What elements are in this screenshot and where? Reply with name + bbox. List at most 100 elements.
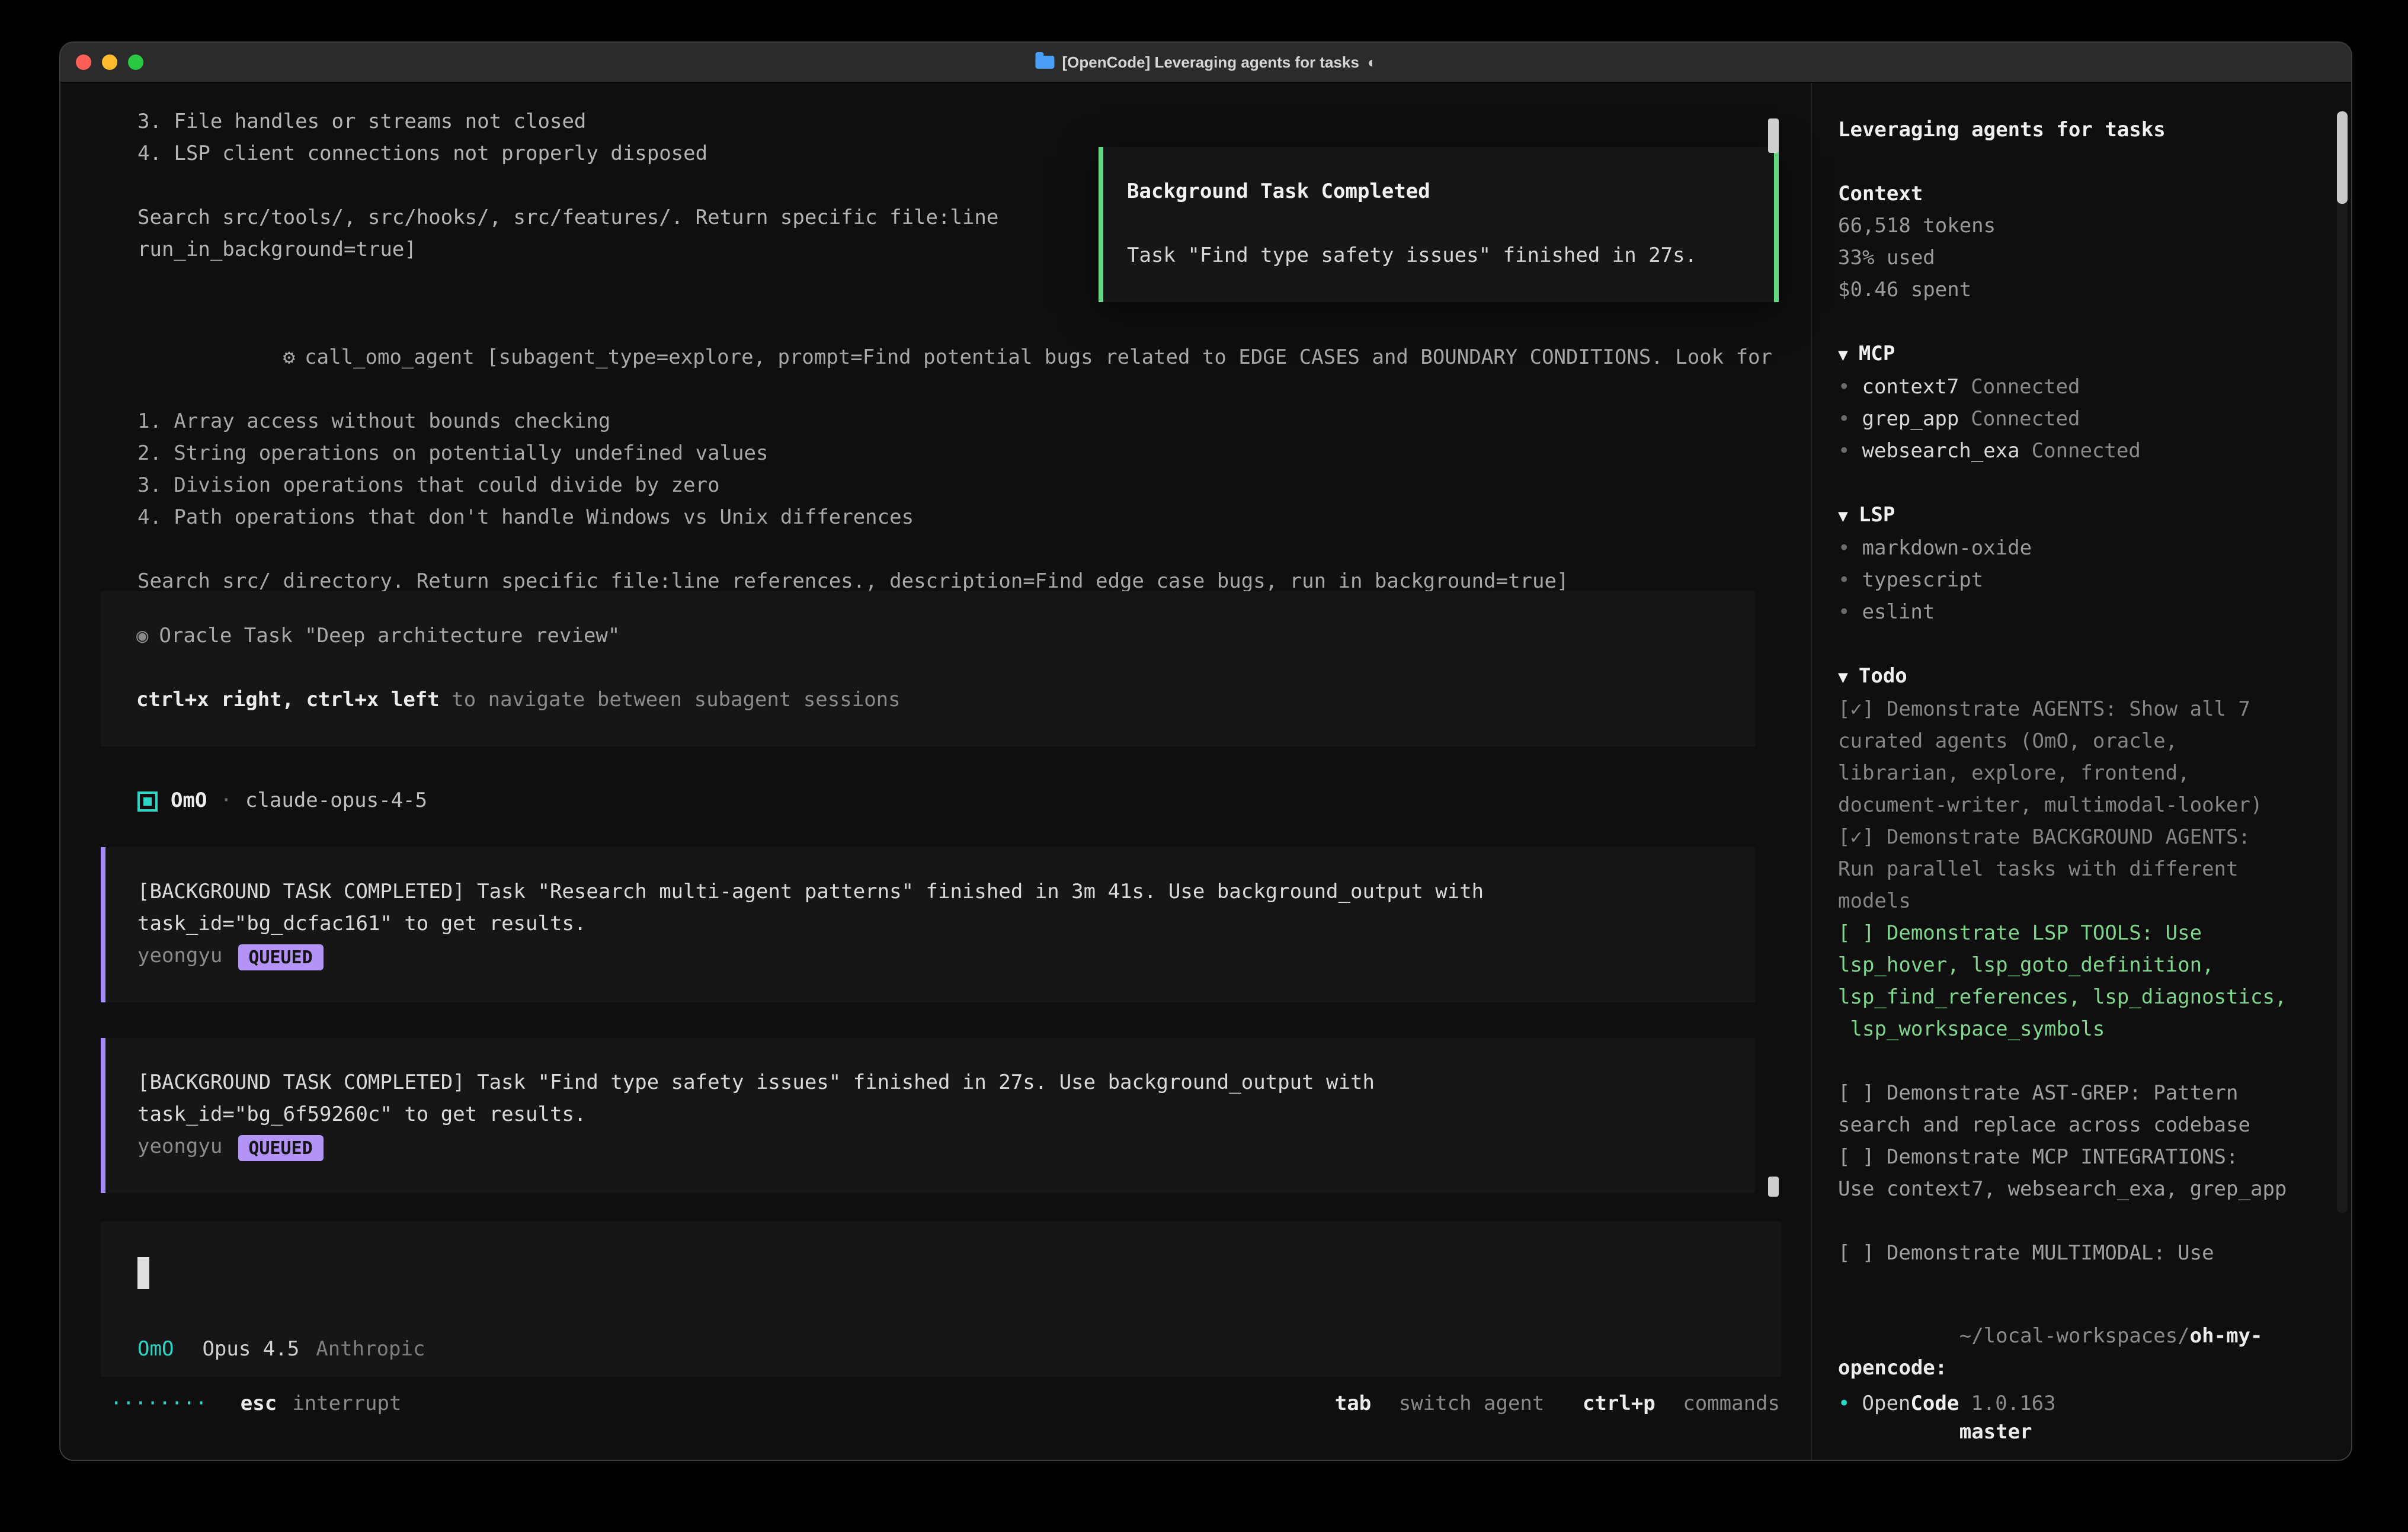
context-stat: 66,518 tokens: [1838, 211, 2304, 243]
todo-item: [ ] Demonstrate MCP INTEGRATIONS: Use co…: [1838, 1142, 2304, 1206]
session-progress-icon: ◐: [1368, 43, 1377, 82]
message-meta: yeongyu QUEUED: [137, 1132, 1722, 1164]
folder-icon: [1035, 56, 1054, 69]
titlebar[interactable]: [OpenCode] Leveraging agents for tasks ◐: [60, 43, 2351, 83]
esc-key-hint: esc: [241, 1389, 277, 1421]
prompt-input[interactable]: OmOOpus 4.5Anthropic: [101, 1222, 1781, 1377]
background-task-toast[interactable]: Background Task Completed Task "Find typ…: [1099, 147, 1779, 302]
workspace-prefix: ~/local-workspaces/: [1959, 1325, 2190, 1348]
tab-key-hint: tab: [1335, 1392, 1371, 1416]
mcp-server-name: context7: [1862, 376, 1959, 399]
context-stat: $0.46 spent: [1838, 275, 2304, 307]
chevron-down-icon: ▼: [1838, 346, 1848, 365]
session-title: Leveraging agents for tasks: [1838, 115, 2304, 147]
opencode-window: [OpenCode] Leveraging agents for tasks ◐…: [59, 41, 2352, 1461]
context-heading: Context: [1838, 179, 2304, 211]
context-stat: 33% used: [1838, 243, 2304, 275]
sidebar-scrollbar-track[interactable]: [2337, 111, 2348, 1213]
app-name-bold: Code: [1910, 1392, 1959, 1416]
close-button[interactable]: [76, 55, 91, 70]
ctrlp-key-hint: ctrl+p: [1583, 1392, 1655, 1416]
bullet-icon: •: [1838, 537, 1850, 560]
toast-message: Task "Find type safety issues" finished …: [1127, 241, 1750, 273]
agent-name: OmO: [171, 786, 207, 818]
app-version: 1.0.163: [1971, 1392, 2055, 1416]
sidebar-scrollbar-thumb[interactable]: [2337, 111, 2348, 204]
spinner-dots: ········: [110, 1389, 207, 1421]
todo-item: [✓] Demonstrate BACKGROUND AGENTS: Run p…: [1838, 822, 2304, 918]
todo-item: [ ] Demonstrate MULTIMODAL: Use: [1838, 1238, 2304, 1270]
tool-call-block: ⚙ call_omo_agent [subagent_type=explore, …: [137, 310, 1772, 598]
traffic-lights: [60, 55, 143, 70]
message-scrollbar-thumb[interactable]: [1768, 1177, 1779, 1197]
esc-key-label: interrupt: [292, 1389, 401, 1421]
todo-heading: Todo: [1859, 665, 1907, 688]
lsp-server-name: eslint: [1862, 601, 1935, 624]
window-title: [OpenCode] Leveraging agents for tasks ◐: [1035, 43, 1376, 82]
bullet-icon: •: [1838, 408, 1850, 431]
mcp-server-status: Connected: [1971, 408, 2080, 431]
todo-section-header[interactable]: ▼ Todo: [1838, 661, 2304, 694]
context-stats: 66,518 tokens 33% used $0.46 spent: [1838, 211, 2304, 307]
lsp-server-name: typescript: [1862, 569, 1984, 592]
terminal-output-text: 3. File handles or streams not closed 4.…: [137, 107, 998, 267]
app-name: Open: [1862, 1392, 1911, 1416]
mcp-server-item: • grep_app Connected: [1838, 404, 2304, 436]
bullet-icon: •: [1838, 601, 1850, 624]
lsp-server-name: markdown-oxide: [1862, 537, 2032, 560]
zoom-button[interactable]: [128, 55, 143, 70]
hint-keys: ctrl+x right, ctrl+x left: [136, 688, 440, 712]
minimize-button[interactable]: [102, 55, 117, 70]
todo-item: [ ] Demonstrate LSP TOOLS: Use lsp_hover…: [1838, 918, 2304, 1046]
background-task-message: [BACKGROUND TASK COMPLETED] Task "Find t…: [101, 1038, 1755, 1193]
agent-icon: [137, 791, 158, 812]
lsp-server-item: • typescript: [1838, 565, 2304, 597]
todo-list: [✓] Demonstrate AGENTS: Show all 7 curat…: [1838, 694, 2304, 1270]
tool-call-title: call_omo_agent [subagent_type=explore, p…: [305, 346, 1772, 370]
window-title-text: [OpenCode] Leveraging agents for tasks: [1062, 43, 1359, 82]
status-badge: QUEUED: [238, 944, 323, 970]
todo-section: ▼ Todo [✓] Demonstrate AGENTS: Show all 7…: [1838, 661, 2304, 1270]
input-agent-name: OmO: [137, 1338, 174, 1361]
status-badge: QUEUED: [238, 1134, 323, 1161]
mcp-server-status: Connected: [2032, 440, 2141, 463]
bullet-icon: •: [1838, 376, 1850, 399]
subagent-navigation-hint: ctrl+x right, ctrl+x left to navigate be…: [136, 685, 1719, 717]
oracle-task-card[interactable]: ◉Oracle Task "Deep architecture review" …: [101, 591, 1755, 746]
message-author: yeongyu: [137, 1132, 222, 1164]
todo-item: [✓] Demonstrate AGENTS: Show all 7 curat…: [1838, 694, 2304, 822]
mcp-list: • context7 Connected • grep_app Connected • w…: [1838, 372, 2304, 468]
mcp-server-name: grep_app: [1862, 408, 1959, 431]
agent-header: OmO · claude-opus-4-5: [137, 786, 427, 818]
message-meta: yeongyu QUEUED: [137, 941, 1722, 973]
main-scrollbar-thumb[interactable]: [1768, 118, 1779, 153]
separator-dot: ·: [220, 786, 232, 818]
lsp-server-item: • eslint: [1838, 597, 2304, 629]
chevron-down-icon: ▼: [1838, 507, 1848, 526]
mcp-server-item: •context7Connected: [1838, 372, 2304, 404]
background-task-message: [BACKGROUND TASK COMPLETED] Task "Resear…: [101, 847, 1755, 1002]
mcp-heading: MCP: [1859, 342, 1895, 366]
context-section: Context 66,518 tokens 33% used $0.46 spe…: [1838, 179, 2304, 307]
mcp-section-header[interactable]: ▼ MCP: [1838, 339, 2304, 372]
lsp-section-header[interactable]: ▼ LSP: [1838, 500, 2304, 533]
message-list: [BACKGROUND TASK COMPLETED] Task "Resear…: [101, 847, 1755, 1193]
desktop: [OpenCode] Leveraging agents for tasks ◐…: [0, 0, 2408, 1532]
tab-key-label: switch agent: [1399, 1392, 1545, 1416]
hint-text: to navigate between subagent sessions: [440, 688, 901, 712]
chevron-down-icon: ▼: [1838, 668, 1848, 687]
text-cursor: [137, 1257, 149, 1289]
input-provider-name: Anthropic: [316, 1338, 425, 1361]
bullet-icon: •: [1838, 569, 1850, 592]
lsp-list: • markdown-oxide • typescript • eslint: [1838, 533, 2304, 629]
mcp-server-name: websearch_exa: [1862, 440, 2020, 463]
bullet-icon: •: [1838, 1392, 1850, 1416]
mcp-server-item: •websearch_exaConnected: [1838, 436, 2304, 468]
mcp-section: ▼ MCP • context7 Connected • grep_app Connect…: [1838, 339, 2304, 468]
workspace-branch: master: [1959, 1421, 2032, 1444]
oracle-icon: ◉: [136, 624, 149, 648]
message-text: [BACKGROUND TASK COMPLETED] Task "Find t…: [137, 1068, 1722, 1132]
workspace-path: ~/local-workspaces/oh-my-opencode: maste…: [1838, 1289, 2351, 1461]
gear-icon: ⚙: [283, 346, 296, 370]
lsp-heading: LSP: [1859, 504, 1895, 527]
